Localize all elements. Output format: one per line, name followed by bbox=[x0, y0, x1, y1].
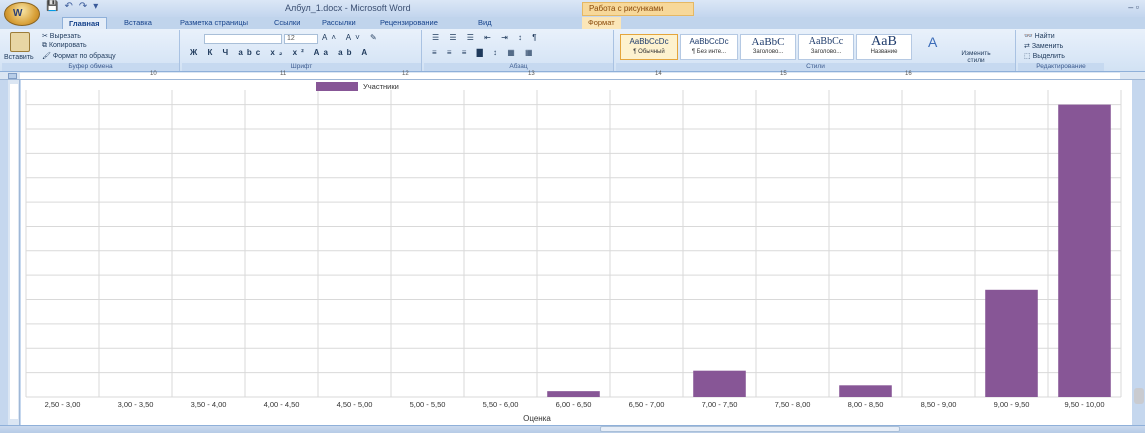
editing-group: 👓 Найти ⇄ Заменить ⬚ Выделить Редактиров… bbox=[1018, 30, 1104, 71]
chart-bar bbox=[1058, 104, 1111, 397]
x-tick-label: 3,00 - 3,50 bbox=[118, 400, 154, 409]
customize-qat-icon[interactable]: ▾ bbox=[93, 1, 98, 12]
paste-icon[interactable] bbox=[10, 32, 30, 52]
ribbon-tabs: Главная Вставка Разметка страницы Ссылки… bbox=[0, 17, 1145, 29]
x-tick-label: 7,50 - 8,00 bbox=[775, 400, 811, 409]
x-tick-label: 2,50 - 3,00 bbox=[45, 400, 81, 409]
ruler-track bbox=[20, 73, 1120, 79]
grow-shrink-font-icons[interactable]: A˄ A˅ ✎ bbox=[322, 33, 381, 42]
x-tick-label: 8,00 - 8,50 bbox=[848, 400, 884, 409]
word-window: 💾 ↶ ↷ ▾ Албул_1.docx - Microsoft Word Ра… bbox=[0, 0, 1145, 433]
ruler-number: 15 bbox=[780, 71, 787, 77]
chart-bar bbox=[693, 370, 746, 397]
clipboard-group-label: Буфер обмена bbox=[2, 63, 179, 71]
replace-button[interactable]: ⇄ Заменить bbox=[1024, 42, 1063, 50]
tab-selector[interactable] bbox=[8, 73, 17, 79]
select-icon: ⬚ bbox=[1024, 53, 1033, 60]
x-tick-label: 5,00 - 5,50 bbox=[410, 400, 446, 409]
x-tick-label: 5,50 - 6,00 bbox=[483, 400, 519, 409]
tab-view[interactable]: Вид bbox=[478, 17, 492, 29]
ruler-number: 13 bbox=[528, 71, 535, 77]
legend-label: Участники bbox=[363, 82, 399, 91]
undo-icon[interactable]: ↶ bbox=[64, 1, 72, 12]
style-title[interactable]: AaB Название bbox=[856, 34, 912, 60]
list-indent-row[interactable]: ☰ ☰ ☰ ⇤ ⇥ ↕ ¶ bbox=[432, 33, 541, 42]
paragraph-group-label: Абзац bbox=[424, 63, 613, 71]
chart[interactable]: 2,50 - 3,00 3,00 - 3,50 3,50 - 4,00 4,00 - … bbox=[21, 80, 1132, 425]
ruler-number: 12 bbox=[402, 71, 409, 77]
horizontal-ruler[interactable]: 10 11 12 13 14 15 16 bbox=[0, 71, 1145, 80]
editing-group-label: Редактирование bbox=[1018, 63, 1104, 71]
replace-icon: ⇄ bbox=[1024, 43, 1032, 50]
x-tick-label: 6,00 - 6,50 bbox=[556, 400, 592, 409]
x-tick-label: 4,00 - 4,50 bbox=[264, 400, 300, 409]
font-size-input[interactable]: 12 bbox=[284, 34, 318, 44]
context-tool-title: Работа с рисунками bbox=[582, 2, 694, 16]
cut-button[interactable]: ✂ Вырезать bbox=[42, 32, 81, 40]
chart-bar bbox=[985, 289, 1038, 397]
document-page[interactable]: 2,50 - 3,00 3,00 - 3,50 3,50 - 4,00 4,00 - … bbox=[21, 80, 1132, 425]
change-styles-icon[interactable]: A bbox=[928, 34, 937, 50]
style-normal[interactable]: AaBbCcDc ¶ Обычный bbox=[620, 34, 678, 60]
x-axis-title: Оценка bbox=[523, 414, 551, 423]
x-tick-label: 9,00 - 9,50 bbox=[994, 400, 1030, 409]
x-tick-label: 9,50 - 10,00 bbox=[1064, 400, 1104, 409]
tab-review[interactable]: Рецензирование bbox=[380, 17, 438, 29]
chart-bar bbox=[547, 391, 600, 397]
vertical-ruler[interactable] bbox=[8, 80, 20, 425]
chart-bar bbox=[839, 385, 892, 397]
tab-format[interactable]: Формат bbox=[582, 17, 621, 29]
style-heading-1[interactable]: AaBbC Заголово... bbox=[740, 34, 796, 60]
font-name-input[interactable] bbox=[204, 34, 282, 44]
paragraph-group: ☰ ☰ ☰ ⇤ ⇥ ↕ ¶ ≡ ≡ ≡ ▇ ↕ ▦ ▦ Абзац bbox=[424, 30, 614, 71]
ruler-number: 11 bbox=[280, 71, 287, 77]
office-button[interactable]: W bbox=[4, 2, 40, 26]
ruler-number: 14 bbox=[655, 71, 662, 77]
font-group-label: Шрифт bbox=[182, 63, 421, 71]
window-title: Албул_1.docx - Microsoft Word bbox=[285, 3, 411, 13]
x-tick-label: 8,50 - 9,00 bbox=[921, 400, 957, 409]
find-button[interactable]: 👓 Найти bbox=[1024, 32, 1055, 40]
redo-icon[interactable]: ↷ bbox=[79, 1, 87, 12]
styles-group: AaBbCcDc ¶ Обычный AaBbCcDc ¶ Без инте..… bbox=[616, 30, 1016, 71]
legend-swatch bbox=[316, 82, 358, 91]
font-format-row[interactable]: Ж К Ч abc x₂ x² Aa ab A bbox=[190, 48, 371, 57]
binoculars-icon: 👓 bbox=[1024, 33, 1035, 40]
title-bar: 💾 ↶ ↷ ▾ Албул_1.docx - Microsoft Word Ра… bbox=[0, 0, 1145, 17]
status-bar bbox=[0, 425, 1145, 433]
save-icon[interactable]: 💾 bbox=[46, 1, 58, 12]
font-group: 12 A˄ A˅ ✎ Ж К Ч abc x₂ x² Aa ab A Шрифт bbox=[182, 30, 422, 71]
ribbon: Вставить ✂ Вырезать ⧉ Копировать 🖌 Форма… bbox=[0, 29, 1145, 72]
vertical-scroll-thumb[interactable] bbox=[1134, 388, 1144, 404]
copy-button[interactable]: ⧉ Копировать bbox=[42, 42, 87, 50]
format-painter-button[interactable]: 🖌 Формат по образцу bbox=[42, 52, 116, 60]
style-heading-2[interactable]: AaBbCc Заголово... bbox=[798, 34, 854, 60]
styles-group-label: Стили bbox=[616, 63, 1015, 71]
ruler-number: 16 bbox=[905, 71, 912, 77]
tab-page-layout[interactable]: Разметка страницы bbox=[180, 17, 248, 29]
ruler-number: 10 bbox=[150, 71, 157, 77]
x-tick-label: 4,50 - 5,00 bbox=[337, 400, 373, 409]
change-styles-button[interactable]: Изменить стили bbox=[956, 50, 996, 64]
tab-mailings[interactable]: Рассылки bbox=[322, 17, 356, 29]
tab-references[interactable]: Ссылки bbox=[274, 17, 300, 29]
quick-access-toolbar: 💾 ↶ ↷ ▾ bbox=[46, 1, 98, 12]
window-controls[interactable]: – ▫ bbox=[1128, 2, 1139, 12]
align-row[interactable]: ≡ ≡ ≡ ▇ ↕ ▦ ▦ bbox=[432, 48, 537, 57]
horizontal-scroll-thumb[interactable] bbox=[600, 426, 900, 432]
clipboard-group: Вставить ✂ Вырезать ⧉ Копировать 🖌 Форма… bbox=[2, 30, 180, 71]
x-tick-label: 3,50 - 4,00 bbox=[191, 400, 227, 409]
x-tick-label: 6,50 - 7,00 bbox=[629, 400, 665, 409]
tab-insert[interactable]: Вставка bbox=[124, 17, 152, 29]
style-no-spacing[interactable]: AaBbCcDc ¶ Без инте... bbox=[680, 34, 738, 60]
x-tick-label: 7,00 - 7,50 bbox=[702, 400, 738, 409]
vertical-ruler-track bbox=[10, 84, 18, 419]
tab-home[interactable]: Главная bbox=[62, 17, 107, 29]
paste-button[interactable]: Вставить bbox=[4, 54, 34, 61]
select-button[interactable]: ⬚ Выделить bbox=[1024, 52, 1065, 60]
